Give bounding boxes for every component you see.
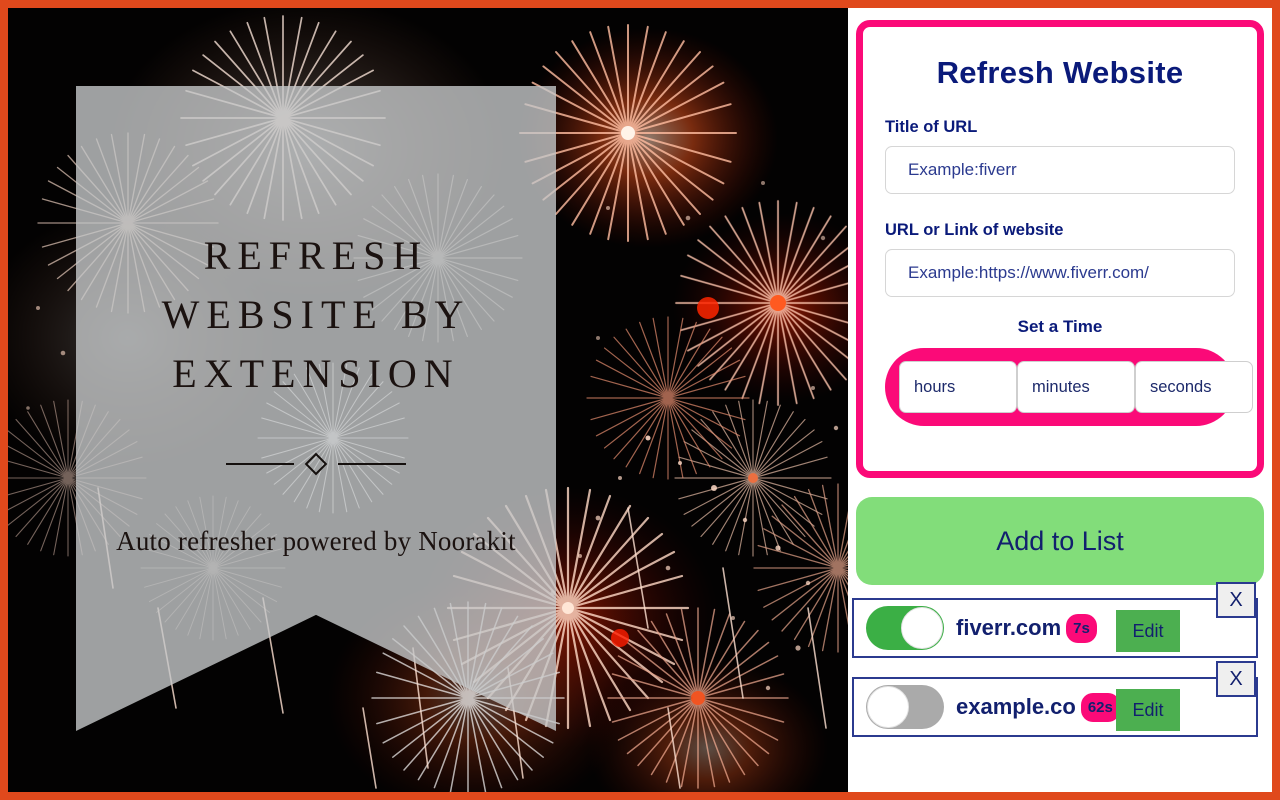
list-item-name: fiverr.com [956,615,1062,640]
interval-badge: 62s [1080,692,1120,722]
list-item-name: example.co [956,694,1076,719]
seconds-input[interactable] [1135,361,1253,413]
page-title: Refresh Website [936,55,1184,90]
interval-badge: 7s [1066,613,1097,643]
app-frame: Refresh Website by Extension Auto refres… [0,0,1280,800]
enable-toggle[interactable] [866,685,944,729]
toggle-knob [901,607,943,649]
edit-button[interactable]: Edit [1116,689,1180,731]
add-to-list-button[interactable]: Add to List [856,497,1264,585]
edit-button[interactable]: Edit [1116,610,1180,652]
delete-button[interactable]: X [1216,582,1256,618]
toggle-knob [867,686,909,728]
enable-toggle[interactable] [866,606,944,650]
list-item[interactable]: fiverr.com 7s Edit X [852,582,1258,658]
title-of-url-input[interactable] [885,146,1235,194]
hero-fireworks-panel: Refresh Website by Extension Auto refres… [8,8,848,792]
extension-popup-panel: Refresh Website Title of URL URL or Link… [848,8,1272,792]
hours-input[interactable] [899,361,1017,413]
refresh-form-card: Refresh Website Title of URL URL or Link… [856,20,1264,478]
url-of-website-label: URL or Link of website [885,221,1064,239]
time-inputs-group [885,348,1253,426]
title-of-url-label: Title of URL [885,118,978,136]
set-a-time-label: Set a Time [1017,317,1103,336]
minutes-input[interactable] [1017,361,1135,413]
app-stage: Refresh Website by Extension Auto refres… [8,8,1272,792]
list-item[interactable]: example.co 62s Edit X [852,661,1258,737]
hero-banner-title: Refresh Website by Extension [161,233,471,397]
url-of-website-input[interactable] [885,249,1235,297]
delete-button[interactable]: X [1216,661,1256,697]
diamond-divider-icon [226,452,406,476]
hero-banner-subtitle: Auto refresher powered by Noorakit [116,525,516,556]
